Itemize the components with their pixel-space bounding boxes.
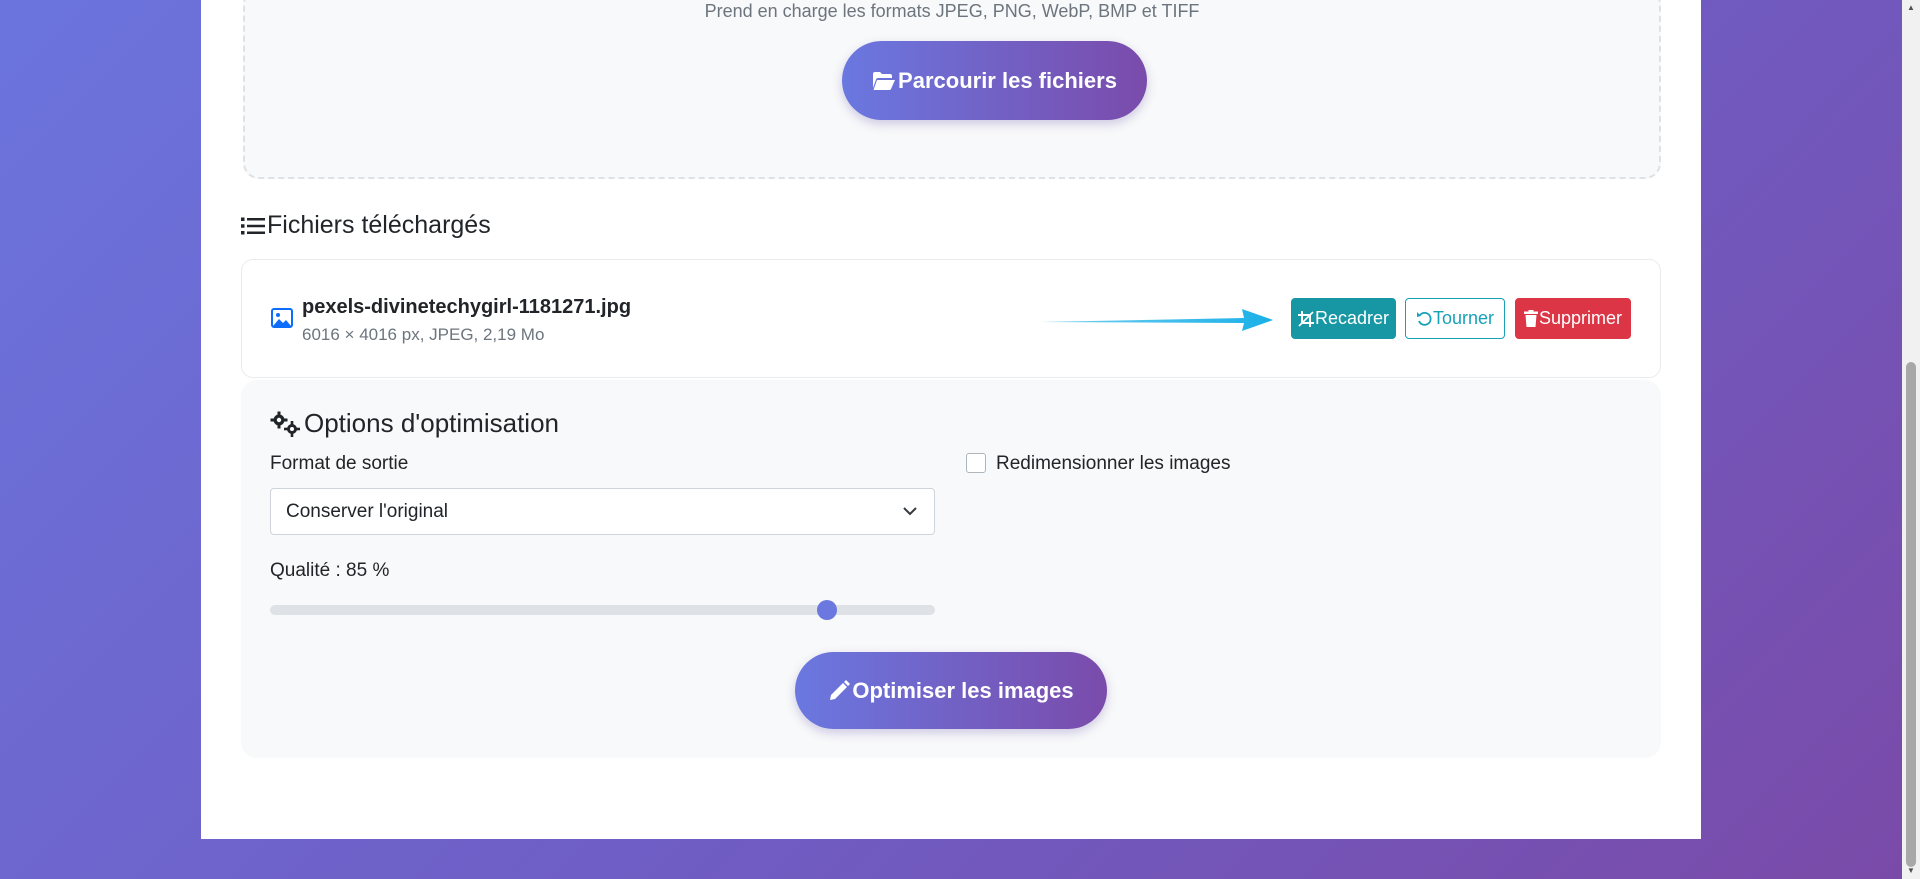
- crop-label: Recadrer: [1314, 308, 1390, 328]
- main-card: Prend en charge les formats JPEG, PNG, W…: [201, 0, 1701, 839]
- rotate-icon: [1416, 311, 1432, 326]
- browse-files-button[interactable]: Parcourir les fichiers: [842, 41, 1147, 120]
- rotate-button[interactable]: Tourner: [1405, 298, 1505, 339]
- page-scrollbar[interactable]: ▲ ▼: [1902, 0, 1920, 879]
- scroll-up-arrow-icon[interactable]: ▲: [1906, 3, 1916, 13]
- optimize-images-label: Optimiser les images: [852, 677, 1074, 703]
- trash-icon: [1523, 310, 1538, 327]
- delete-button[interactable]: Supprimer: [1515, 298, 1631, 339]
- quality-slider-thumb[interactable]: [817, 600, 837, 620]
- resize-images-checkbox[interactable]: [966, 453, 986, 473]
- quality-label: Qualité : 85 %: [270, 560, 390, 581]
- file-list-item: pexels-divinetechygirl-1181271.jpg 6016 …: [241, 259, 1661, 378]
- pencil-icon: [830, 679, 851, 700]
- crop-icon: [1297, 310, 1314, 327]
- options-title: Options d'optimisation: [270, 408, 559, 439]
- options-title-text: Options d'optimisation: [304, 408, 559, 438]
- annotation-arrow: [1039, 309, 1273, 331]
- rotate-label: Tourner: [1432, 308, 1495, 328]
- resize-images-label[interactable]: Redimensionner les images: [996, 453, 1230, 475]
- optimize-images-button[interactable]: Optimiser les images: [795, 652, 1107, 729]
- image-icon: [271, 308, 293, 328]
- crop-button[interactable]: Recadrer: [1291, 298, 1396, 339]
- delete-label: Supprimer: [1538, 308, 1623, 328]
- folder-open-icon: [873, 71, 896, 90]
- list-icon: [241, 217, 265, 234]
- uploaded-files-title: Fichiers téléchargés: [241, 211, 491, 240]
- browse-files-label: Parcourir les fichiers: [898, 67, 1117, 93]
- scrollbar-thumb[interactable]: [1906, 362, 1916, 867]
- file-meta: 6016 × 4016 px, JPEG, 2,19 Mo: [302, 325, 545, 344]
- output-format-select[interactable]: Conserver l'original: [270, 488, 935, 535]
- scroll-down-arrow-icon[interactable]: ▼: [1906, 866, 1916, 876]
- file-name: pexels-divinetechygirl-1181271.jpg: [302, 296, 632, 318]
- upload-dropzone[interactable]: Prend en charge les formats JPEG, PNG, W…: [243, 0, 1661, 179]
- output-format-label: Format de sortie: [270, 453, 409, 474]
- output-format-value: Conserver l'original: [286, 500, 449, 522]
- gears-icon: [270, 411, 300, 437]
- chevron-down-icon: [903, 507, 917, 516]
- uploaded-files-title-text: Fichiers téléchargés: [267, 211, 491, 239]
- supported-formats-text: Prend en charge les formats JPEG, PNG, W…: [704, 1, 1200, 21]
